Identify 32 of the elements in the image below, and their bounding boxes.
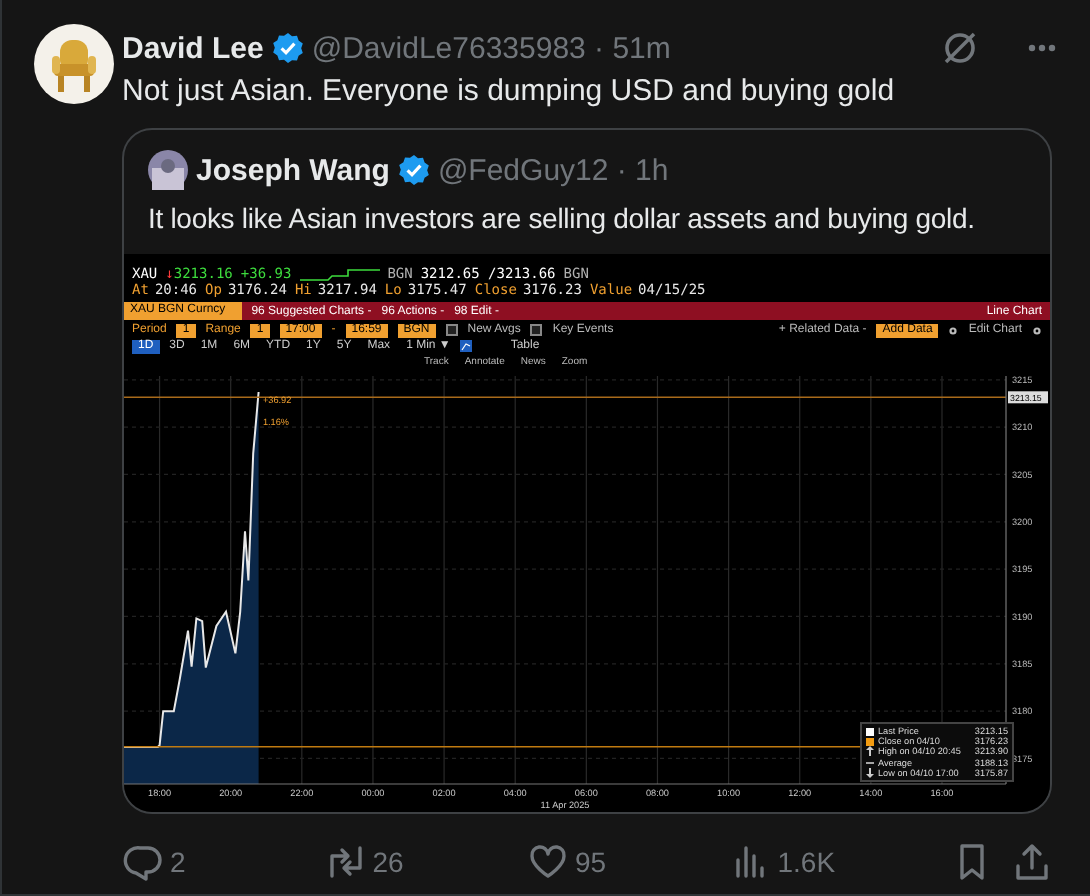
heart-button[interactable]: 95 (527, 842, 730, 882)
author-name[interactable]: Joseph Wang (196, 153, 390, 187)
heart-icon (527, 842, 567, 882)
reply-button[interactable]: 2 (122, 842, 325, 882)
count: 95 (575, 846, 607, 878)
post-text: Not just Asian. Everyone is dumping USD and buying gold (122, 72, 897, 112)
checkbox[interactable] (445, 324, 458, 336)
count: 2 (170, 846, 186, 878)
reply-icon (122, 842, 162, 882)
share-button[interactable] (1012, 842, 1052, 882)
line-chart-icon[interactable] (460, 340, 473, 352)
gear-icon[interactable] (1032, 325, 1042, 335)
up-arrow-icon (866, 746, 874, 757)
verified-icon (397, 154, 430, 186)
repost-icon (324, 842, 365, 882)
share-icon (1012, 842, 1052, 882)
quoted-post-text: It looks like Asian investors are selling dollar assets and buying gold. (146, 200, 977, 238)
dash-icon (866, 757, 874, 768)
verified-icon (271, 32, 304, 64)
handle-and-time: @DavidLe76335983 · 51m (311, 31, 671, 65)
handle-and-time: @FedGuy12 · 1h (437, 153, 669, 187)
avatar (148, 150, 188, 190)
checkbox[interactable] (530, 324, 543, 336)
avatar (34, 24, 114, 104)
gear-icon[interactable] (948, 325, 959, 335)
repost-button[interactable]: 26 (324, 842, 527, 882)
sparkline-drawing (299, 267, 380, 281)
author-name[interactable]: David Lee (122, 31, 264, 65)
count: 1.6K (777, 846, 836, 878)
count: 26 (372, 846, 404, 878)
down-arrow-icon (866, 767, 874, 778)
bar-chart-button[interactable]: 1.6K (729, 842, 932, 882)
